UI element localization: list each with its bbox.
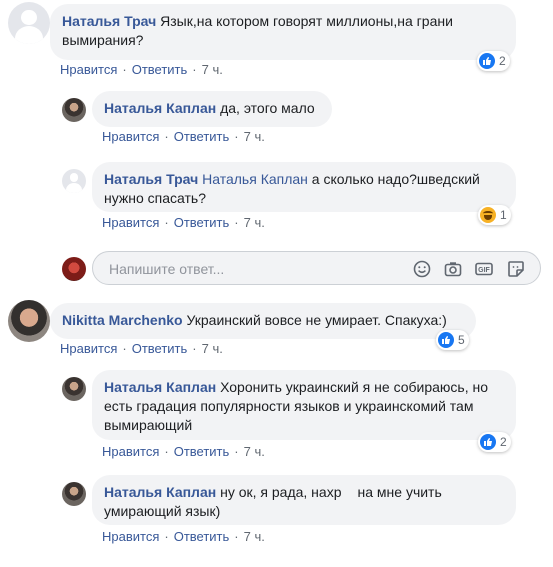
comment-bubble: Наталья Каплан ну ок, я рада, нахр на мне… [92, 475, 516, 525]
comment-bubble: Наталья Каплан да, этого мало [92, 91, 332, 127]
reaction-count: 1 [500, 208, 507, 222]
haha-reaction-icon [480, 207, 496, 223]
avatar[interactable] [8, 300, 50, 342]
like-reaction-icon [480, 434, 496, 450]
reply-input-box[interactable]: GIF [92, 251, 541, 285]
comment-text: ну ок, я рада, нахр [220, 484, 342, 500]
reaction-count: 2 [499, 54, 506, 68]
comment-text: нужно спасать? [104, 190, 206, 206]
separator: · [234, 215, 239, 230]
reply-link[interactable]: Ответить [132, 341, 188, 356]
timestamp[interactable]: 7 ч. [202, 62, 223, 77]
avatar[interactable] [62, 169, 86, 193]
separator: · [234, 529, 239, 544]
camera-icon[interactable] [443, 259, 463, 279]
comment-text: а сколько надо?шведский [311, 171, 480, 187]
comment-text: вымирания? [62, 32, 144, 48]
reply-input[interactable] [107, 259, 401, 279]
comment-text: есть градация популярности языков и укра… [104, 398, 474, 414]
avatar[interactable] [62, 377, 86, 401]
timestamp[interactable]: 7 ч. [244, 129, 265, 144]
comment-bubble: Наталья Трач Язык,на котором говорят мил… [50, 4, 516, 60]
separator: · [192, 341, 197, 356]
comment-bubble: Наталья Трач Наталья Каплан а сколько на… [92, 162, 516, 212]
avatar [62, 257, 86, 281]
comment-actions: Нравится · Ответить · 7 ч. [60, 62, 223, 77]
comment-author[interactable]: Наталья Каплан [104, 484, 216, 500]
like-link[interactable]: Нравится [102, 444, 159, 459]
reaction-count-badge[interactable]: 5 [436, 330, 469, 350]
like-link[interactable]: Нравится [102, 529, 159, 544]
comment-author[interactable]: Наталья Каплан [104, 100, 216, 116]
reaction-count-badge[interactable]: 2 [477, 51, 510, 71]
comment-author[interactable]: Наталья Каплан [104, 379, 216, 395]
reply-link[interactable]: Ответить [174, 129, 230, 144]
timestamp[interactable]: 7 ч. [244, 215, 265, 230]
svg-text:GIF: GIF [478, 267, 490, 274]
like-reaction-icon [479, 53, 495, 69]
comment-author[interactable]: Наталья Трач [104, 171, 198, 187]
comment-text: вымирающий [104, 417, 193, 433]
comment-actions: Нравится · Ответить · 7 ч. [60, 341, 223, 356]
timestamp[interactable]: 7 ч. [202, 341, 223, 356]
separator: · [122, 62, 127, 77]
gif-icon[interactable]: GIF [474, 259, 494, 279]
comment-actions: Нравится · Ответить · 7 ч. [102, 444, 265, 459]
avatar[interactable] [62, 482, 86, 506]
comment-text: на мне учить [357, 484, 442, 500]
comment-author[interactable]: Nikitta Marchenko [62, 312, 183, 328]
comment-actions: Нравится · Ответить · 7 ч. [102, 529, 265, 544]
separator: · [164, 215, 169, 230]
separator: · [234, 444, 239, 459]
comment-text: да, этого мало [220, 100, 315, 116]
comment-actions: Нравится · Ответить · 7 ч. [102, 129, 265, 144]
separator: · [122, 341, 127, 356]
comment-actions: Нравится · Ответить · 7 ч. [102, 215, 265, 230]
like-reaction-icon [438, 332, 454, 348]
timestamp[interactable]: 7 ч. [244, 529, 265, 544]
sticker-icon[interactable] [506, 259, 526, 279]
reply-link[interactable]: Ответить [174, 529, 230, 544]
timestamp[interactable]: 7 ч. [244, 444, 265, 459]
reaction-count-badge[interactable]: 2 [478, 432, 511, 452]
comment-bubble: Наталья Каплан Хоронить украинский я не … [92, 370, 516, 440]
separator: · [234, 129, 239, 144]
like-link[interactable]: Нравится [60, 62, 117, 77]
reply-link[interactable]: Ответить [174, 444, 230, 459]
reaction-count: 2 [500, 435, 507, 449]
like-link[interactable]: Нравится [60, 341, 117, 356]
like-link[interactable]: Нравится [102, 215, 159, 230]
like-link[interactable]: Нравится [102, 129, 159, 144]
reaction-count-badge[interactable]: 1 [478, 205, 511, 225]
avatar[interactable] [62, 98, 86, 122]
mention-link[interactable]: Наталья Каплан [202, 171, 308, 187]
comment-author[interactable]: Наталья Трач [62, 13, 156, 29]
reply-link[interactable]: Ответить [174, 215, 230, 230]
reply-link[interactable]: Ответить [132, 62, 188, 77]
emoji-icon[interactable] [412, 259, 432, 279]
avatar[interactable] [8, 2, 50, 44]
comment-bubble: Nikitta Marchenko Украинский вовсе не ум… [50, 303, 476, 339]
separator: · [164, 444, 169, 459]
separator: · [164, 129, 169, 144]
separator: · [192, 62, 197, 77]
comment-text: Хоронить украинский я не собираюсь, но [220, 379, 489, 395]
comment-text: Украинский вовсе не умирает. Спакуха:) [186, 312, 447, 328]
reaction-count: 5 [458, 333, 465, 347]
separator: · [164, 529, 169, 544]
comment-text: Язык,на котором говорят миллионы,на гран… [160, 13, 453, 29]
comment-text: умирающий язык) [104, 503, 221, 519]
